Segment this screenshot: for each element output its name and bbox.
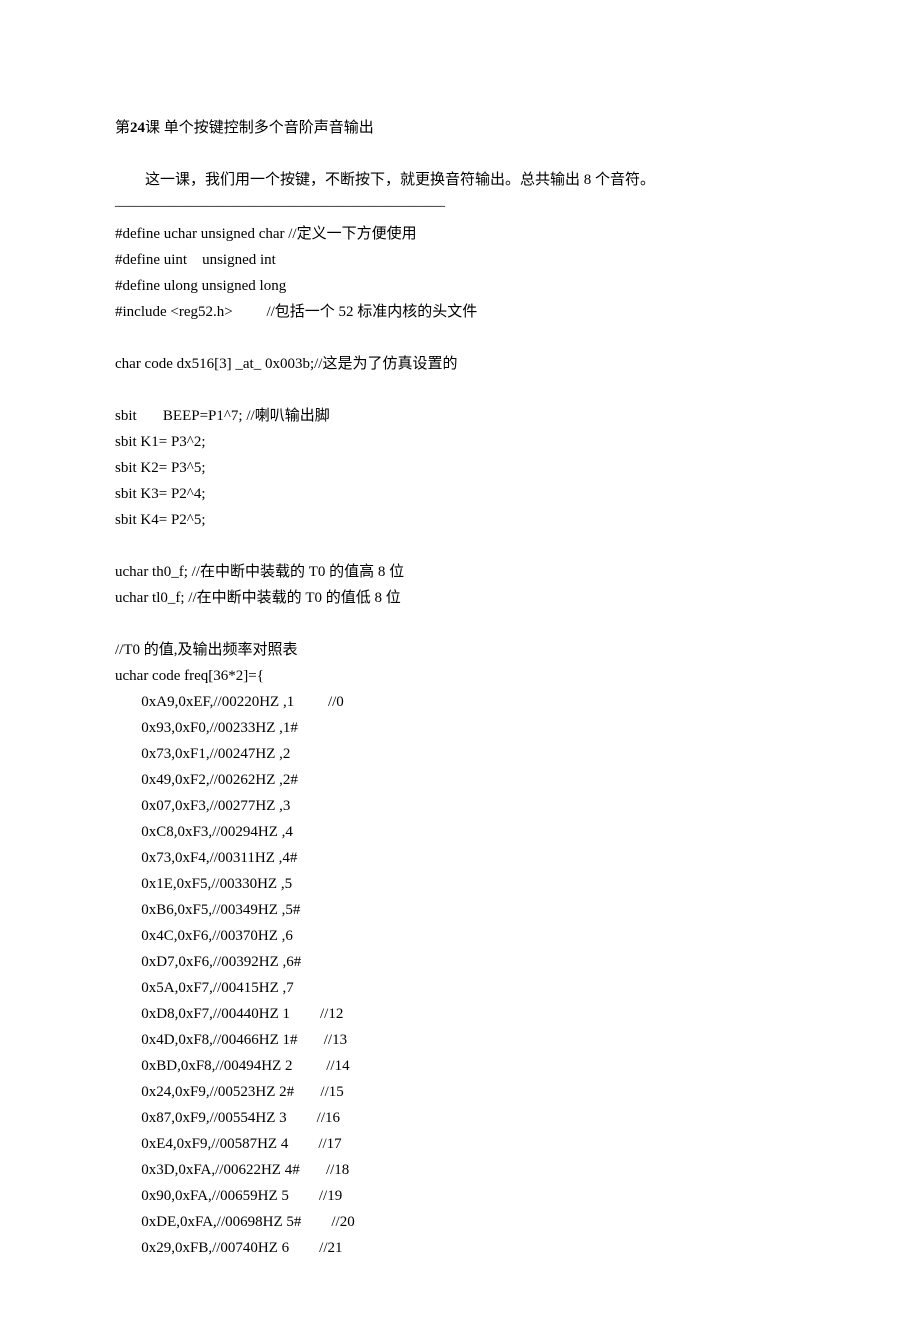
code-line: 0x07,0xF3,//00277HZ ,3 — [115, 793, 805, 819]
code-line: 0x1E,0xF5,//00330HZ ,5 — [115, 871, 805, 897]
blank-line — [115, 325, 805, 351]
code-line: 0x4C,0xF6,//00370HZ ,6 — [115, 923, 805, 949]
code-line: uchar code freq[36*2]={ — [115, 663, 805, 689]
code-line: 0xA9,0xEF,//00220HZ ,1 //0 — [115, 689, 805, 715]
code-line: 0xBD,0xF8,//00494HZ 2 //14 — [115, 1053, 805, 1079]
code-line: 0x87,0xF9,//00554HZ 3 //16 — [115, 1105, 805, 1131]
code-line: #define uint unsigned int — [115, 247, 805, 273]
code-line: 0xC8,0xF3,//00294HZ ,4 — [115, 819, 805, 845]
page-title: 第24课 单个按键控制多个音阶声音输出 — [115, 115, 805, 141]
code-line: sbit BEEP=P1^7; //喇叭输出脚 — [115, 403, 805, 429]
blank-line — [115, 533, 805, 559]
title-number: 24 — [130, 120, 145, 136]
code-line: 0x49,0xF2,//00262HZ ,2# — [115, 767, 805, 793]
code-line: uchar tl0_f; //在中断中装载的 T0 的值低 8 位 — [115, 585, 805, 611]
code-line: 0xE4,0xF9,//00587HZ 4 //17 — [115, 1131, 805, 1157]
code-line: #define uchar unsigned char //定义一下方便使用 — [115, 221, 805, 247]
code-line: sbit K2= P3^5; — [115, 455, 805, 481]
code-line: 0x73,0xF1,//00247HZ ,2 — [115, 741, 805, 767]
code-line: sbit K3= P2^4; — [115, 481, 805, 507]
code-line: 0xD7,0xF6,//00392HZ ,6# — [115, 949, 805, 975]
code-block: #define uchar unsigned char //定义一下方便使用#d… — [115, 221, 805, 1261]
code-line: #include <reg52.h> //包括一个 52 标准内核的头文件 — [115, 299, 805, 325]
code-line: 0xDE,0xFA,//00698HZ 5# //20 — [115, 1209, 805, 1235]
code-line: char code dx516[3] _at_ 0x003b;//这是为了仿真设… — [115, 351, 805, 377]
code-line: 0xB6,0xF5,//00349HZ ,5# — [115, 897, 805, 923]
title-suffix: 课 单个按键控制多个音阶声音输出 — [145, 120, 374, 136]
code-line: 0x73,0xF4,//00311HZ ,4# — [115, 845, 805, 871]
code-line: 0x24,0xF9,//00523HZ 2# //15 — [115, 1079, 805, 1105]
divider-line: ―――――――――――――――――――――― — [115, 193, 805, 219]
code-line: 0x3D,0xFA,//00622HZ 4# //18 — [115, 1157, 805, 1183]
code-line: 0x4D,0xF8,//00466HZ 1# //13 — [115, 1027, 805, 1053]
code-line: 0x90,0xFA,//00659HZ 5 //19 — [115, 1183, 805, 1209]
code-line: 0x5A,0xF7,//00415HZ ,7 — [115, 975, 805, 1001]
code-line: #define ulong unsigned long — [115, 273, 805, 299]
intro-paragraph: 这一课，我们用一个按键，不断按下，就更换音符输出。总共输出 8 个音符。 — [115, 167, 805, 193]
document-page: 第24课 单个按键控制多个音阶声音输出 这一课，我们用一个按键，不断按下，就更换… — [0, 0, 920, 1321]
blank-line — [115, 377, 805, 403]
code-line: sbit K4= P2^5; — [115, 507, 805, 533]
code-line: uchar th0_f; //在中断中装载的 T0 的值高 8 位 — [115, 559, 805, 585]
code-line: 0xD8,0xF7,//00440HZ 1 //12 — [115, 1001, 805, 1027]
code-line: 0x93,0xF0,//00233HZ ,1# — [115, 715, 805, 741]
blank-line — [115, 611, 805, 637]
code-line: 0x29,0xFB,//00740HZ 6 //21 — [115, 1235, 805, 1261]
code-line: sbit K1= P3^2; — [115, 429, 805, 455]
code-line: //T0 的值,及输出频率对照表 — [115, 637, 805, 663]
title-prefix: 第 — [115, 120, 130, 136]
